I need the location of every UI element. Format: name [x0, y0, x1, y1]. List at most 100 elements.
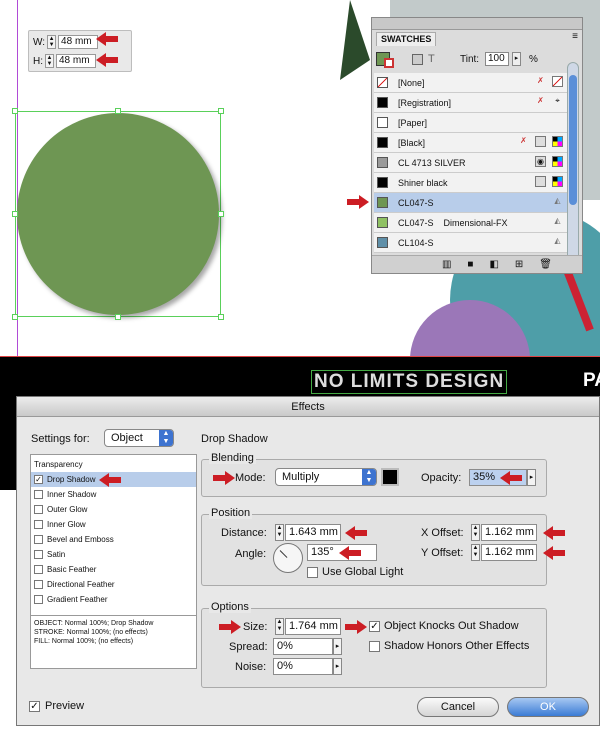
y-offset-stepper[interactable]: ▲ ▼ [471, 544, 480, 561]
text-format-icon[interactable]: T [428, 53, 435, 65]
settings-for-label: Settings for: [31, 433, 90, 445]
noise-dropdown-icon[interactable]: ▸ [333, 658, 342, 675]
list-item-bevel-emboss[interactable]: Bevel and Emboss [31, 532, 196, 547]
selection-handle[interactable] [218, 211, 224, 217]
distance-stepper[interactable]: ▲ ▼ [275, 524, 284, 541]
selection-handle[interactable] [115, 314, 121, 320]
no-edit-icon: ✗ [537, 96, 544, 105]
checkbox[interactable] [34, 535, 43, 544]
tint-field[interactable]: 100 [485, 52, 509, 66]
drop-shadow-checkbox[interactable]: ✓ [34, 475, 43, 484]
swatch-name: [None] [398, 77, 425, 88]
swatches-scrollbar[interactable] [567, 62, 579, 262]
global-light-checkbox[interactable] [307, 567, 318, 578]
blend-mode-select[interactable]: Multiply ▲ ▼ [275, 468, 377, 486]
annotation-arrow [345, 526, 367, 540]
checkbox[interactable] [34, 580, 43, 589]
checkbox[interactable] [34, 520, 43, 529]
no-edit-icon: ✗ [537, 76, 544, 85]
size-field[interactable]: 1.764 mm [285, 618, 341, 635]
size-stepper[interactable]: ▲ ▼ [275, 618, 284, 635]
opacity-label: Opacity: [421, 472, 462, 484]
height-field[interactable]: 48 mm [56, 54, 96, 68]
ok-button[interactable]: OK [507, 697, 589, 717]
registration-icon: ⌖ [555, 96, 560, 105]
selection-handle[interactable] [12, 108, 18, 114]
green-circle[interactable] [17, 113, 219, 315]
swatch-silver[interactable]: CL 4713 SILVER ◉ [374, 153, 567, 173]
checkbox[interactable] [34, 565, 43, 574]
selection-handle[interactable] [115, 108, 121, 114]
cancel-button[interactable]: Cancel [417, 697, 499, 717]
spread-field[interactable]: 0% [273, 638, 333, 655]
annotation-arrow [96, 32, 118, 46]
knocks-out-label: Object Knocks Out Shadow [384, 620, 519, 632]
y-offset-field[interactable]: 1.162 mm [481, 544, 537, 561]
new-swatch-icon[interactable]: ⊞ [515, 259, 523, 270]
annotation-arrow [543, 526, 565, 540]
height-stepper[interactable]: ▲ ▼ [45, 54, 54, 68]
selection-handle[interactable] [218, 108, 224, 114]
x-offset-field[interactable]: 1.162 mm [481, 524, 537, 541]
selection-handle[interactable] [12, 211, 18, 217]
swatch-cl047s[interactable]: CL047-S ◭ [374, 193, 567, 213]
show-all-icon[interactable]: ▥ [442, 259, 451, 270]
width-field[interactable]: 48 mm [58, 35, 99, 49]
list-item-inner-shadow[interactable]: Inner Shadow [31, 487, 196, 502]
tint-dropdown-icon[interactable]: ▸ [512, 52, 521, 66]
list-item-label: Satin [47, 550, 66, 559]
gradient-swatches-icon[interactable]: ◧ [489, 259, 498, 270]
trash-icon[interactable]: 🗑 [539, 259, 552, 270]
list-item-gradient-feather[interactable]: Gradient Feather [31, 592, 196, 607]
list-item-label: Outer Glow [47, 505, 88, 514]
section-title: Drop Shadow [201, 433, 268, 445]
list-item-satin[interactable]: Satin [31, 547, 196, 562]
list-item-inner-glow[interactable]: Inner Glow [31, 517, 196, 532]
container-icon[interactable] [412, 54, 423, 65]
selection-handle[interactable] [12, 314, 18, 320]
stroke-color-icon[interactable] [384, 58, 394, 68]
list-item-basic-feather[interactable]: Basic Feather [31, 562, 196, 577]
swatch-name: CL104-S [398, 237, 434, 248]
swatch-none[interactable]: [None] ✗ [374, 73, 567, 93]
swatch-shiner-black[interactable]: Shiner black [374, 173, 567, 193]
selection-handle[interactable] [218, 314, 224, 320]
band-heading-right: PA [583, 370, 600, 391]
settings-for-select[interactable]: Object ▲ ▼ [104, 429, 174, 447]
opacity-dropdown-icon[interactable]: ▸ [527, 469, 536, 486]
checkbox[interactable] [34, 550, 43, 559]
angle-dial[interactable] [273, 543, 303, 573]
knocks-out-checkbox[interactable]: ✓ [369, 621, 380, 632]
distance-label: Distance: [221, 527, 267, 539]
panel-titlebar[interactable] [372, 18, 582, 30]
panel-menu-icon[interactable]: ≡ [572, 31, 578, 42]
swatch-black[interactable]: [Black] ✗ [374, 133, 567, 153]
scroll-thumb[interactable] [569, 75, 577, 205]
swatch-cl047s-dimensional[interactable]: CL047-S Dimensional-FX ◭ [374, 213, 567, 233]
width-stepper[interactable]: ▲ ▼ [47, 35, 57, 49]
swatch-chip [377, 137, 388, 148]
noise-field[interactable]: 0% [273, 658, 333, 675]
honors-effects-checkbox[interactable] [369, 641, 380, 652]
swatch-cl104s[interactable]: CL104-S ◭ [374, 233, 567, 253]
preview-checkbox[interactable]: ✓ [29, 701, 40, 712]
swatch-chip [377, 177, 388, 188]
x-offset-stepper[interactable]: ▲ ▼ [471, 524, 480, 541]
list-item-label: Transparency [34, 460, 83, 469]
list-item-directional-feather[interactable]: Directional Feather [31, 577, 196, 592]
list-item-outer-glow[interactable]: Outer Glow [31, 502, 196, 517]
options-group-label: Options [209, 601, 251, 613]
checkbox[interactable] [34, 505, 43, 514]
shadow-color-swatch[interactable] [381, 468, 399, 486]
swatches-tab[interactable]: SWATCHES [376, 32, 437, 46]
swatch-registration[interactable]: [Registration] ✗ ⌖ [374, 93, 567, 113]
cmyk-icon [552, 136, 563, 147]
color-swatches-icon[interactable]: ■ [467, 259, 473, 270]
checkbox[interactable] [34, 490, 43, 499]
list-item-transparency[interactable]: Transparency [31, 457, 196, 472]
swatch-paper[interactable]: [Paper] [374, 113, 567, 133]
swatch-name: [Registration] [398, 97, 452, 108]
spread-dropdown-icon[interactable]: ▸ [333, 638, 342, 655]
distance-field[interactable]: 1.643 mm [285, 524, 341, 541]
checkbox[interactable] [34, 595, 43, 604]
